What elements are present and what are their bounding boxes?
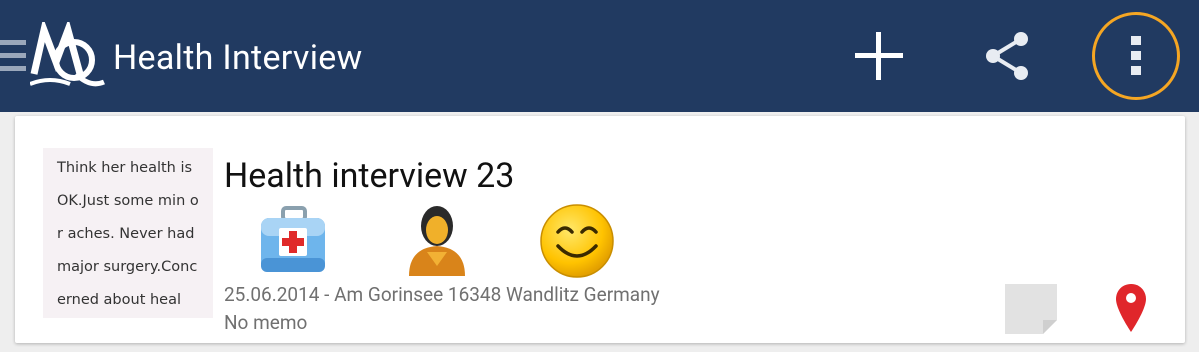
smiley-icon (540, 204, 614, 278)
note-icon[interactable] (1005, 284, 1057, 334)
medical-kit-icon (261, 206, 325, 272)
interview-card[interactable]: Think her health is OK.Just some min or … (15, 116, 1185, 343)
overflow-menu-button[interactable] (1086, 0, 1186, 112)
location-pin-icon[interactable] (1116, 284, 1146, 332)
overflow-highlight (1092, 12, 1180, 100)
entry-memo-status: No memo (224, 311, 308, 334)
person-icon (409, 206, 465, 276)
app-logo-icon[interactable] (30, 22, 106, 90)
add-icon (855, 32, 903, 80)
memo-preview: Think her health is OK.Just some min or … (43, 148, 213, 318)
entry-title: Health interview 23 (224, 156, 515, 196)
entry-meta: 25.06.2014 - Am Gorinsee 16348 Wandlitz … (224, 283, 660, 306)
app-title: Health Interview (113, 38, 363, 78)
menu-icon[interactable] (0, 40, 26, 76)
share-button[interactable] (975, 0, 1039, 112)
app-bar: Health Interview (0, 0, 1199, 112)
more-vert-icon (1131, 36, 1141, 75)
share-icon (986, 32, 1028, 80)
add-button[interactable] (846, 0, 912, 112)
